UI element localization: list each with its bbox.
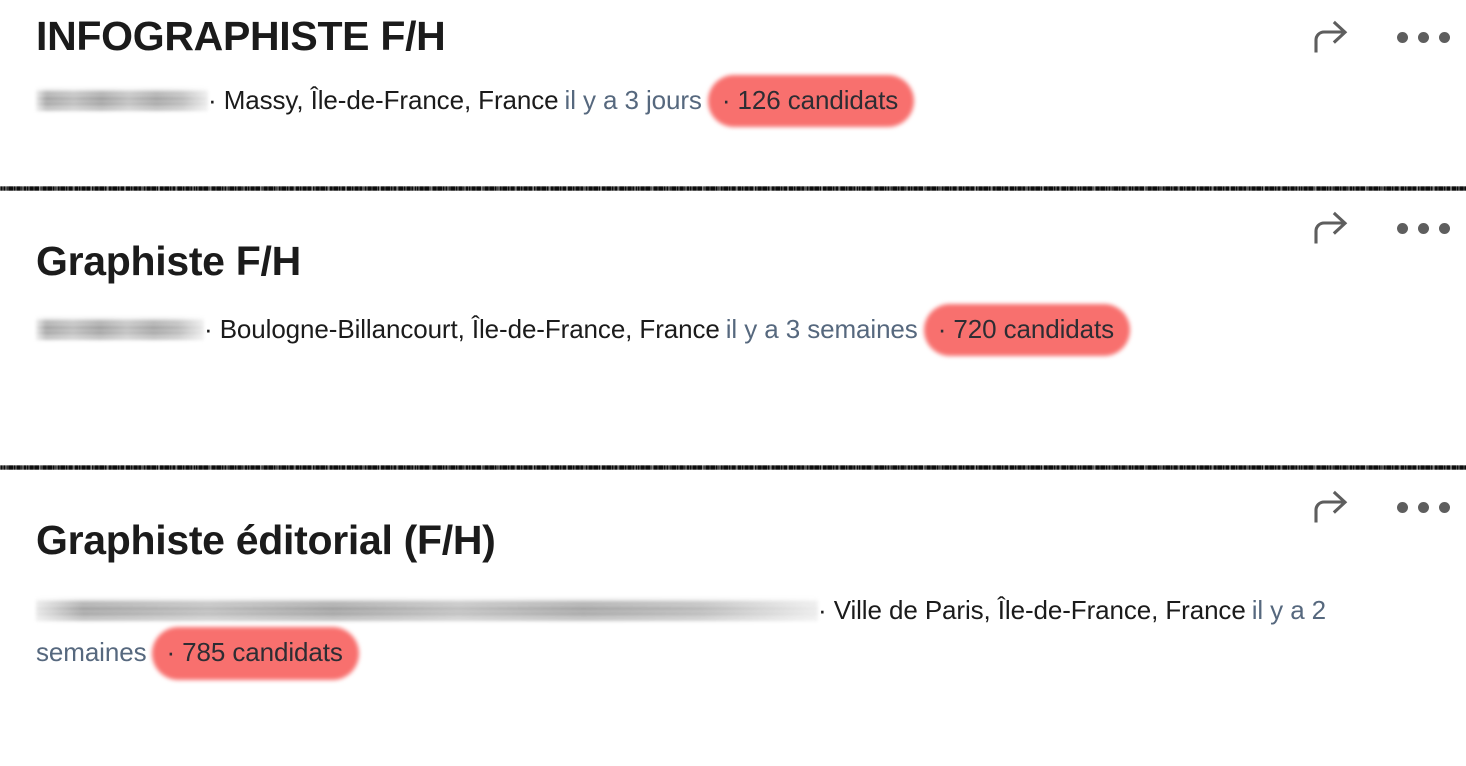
posted-ago: il y a 3 semaines bbox=[725, 313, 918, 344]
job-card[interactable]: INFOGRAPHISTE F/H · Massy, Île-de-France,… bbox=[0, 0, 1466, 186]
card-actions bbox=[1310, 205, 1450, 251]
job-location: Ville de Paris, Île-de-France, France bbox=[833, 594, 1246, 625]
meta-separator: · bbox=[818, 594, 827, 625]
more-options-button[interactable] bbox=[1396, 484, 1450, 530]
job-title[interactable]: Graphiste F/H bbox=[36, 238, 1430, 285]
share-icon bbox=[1313, 211, 1353, 245]
job-card[interactable]: Graphiste F/H · Boulogne-Billancourt, Île… bbox=[0, 191, 1466, 465]
job-meta-inner: · Massy, Île-de-France, France il y a 3 j… bbox=[36, 85, 914, 115]
more-horizontal-icon bbox=[1396, 31, 1450, 43]
card-actions bbox=[1310, 484, 1450, 530]
job-title[interactable]: Graphiste éditorial (F/H) bbox=[36, 517, 1430, 564]
job-location: Massy, Île-de-France, France bbox=[223, 84, 559, 115]
company-name-redacted bbox=[36, 86, 208, 112]
job-listings: INFOGRAPHISTE F/H · Massy, Île-de-France,… bbox=[0, 0, 1466, 766]
share-button[interactable] bbox=[1310, 205, 1356, 251]
posted-ago: il y a 3 jours bbox=[564, 84, 702, 115]
share-icon bbox=[1313, 20, 1353, 54]
candidates-count-badge: · 785 candidats bbox=[152, 630, 358, 676]
candidates-count-badge: · 126 candidats bbox=[708, 78, 914, 124]
job-meta: · Ville de Paris, Île-de-France, France i… bbox=[36, 590, 1430, 677]
job-location: Boulogne-Billancourt, Île-de-France, Fra… bbox=[219, 313, 720, 344]
company-name-redacted bbox=[36, 596, 818, 622]
card-actions bbox=[1310, 14, 1450, 60]
job-meta: · Massy, Île-de-France, France il y a 3 j… bbox=[36, 78, 1430, 124]
job-title[interactable]: INFOGRAPHISTE F/H bbox=[36, 13, 1430, 60]
candidates-count-badge: · 720 candidats bbox=[924, 307, 1130, 353]
company-name-redacted bbox=[36, 315, 204, 341]
more-horizontal-icon bbox=[1396, 222, 1450, 234]
job-meta: · Boulogne-Billancourt, Île-de-France, F… bbox=[36, 307, 1430, 353]
job-meta-inner: · Boulogne-Billancourt, Île-de-France, F… bbox=[36, 314, 1130, 344]
more-options-button[interactable] bbox=[1396, 14, 1450, 60]
job-card[interactable]: Graphiste éditorial (F/H) · Ville de Pari… bbox=[0, 470, 1466, 766]
meta-separator: · bbox=[204, 313, 213, 344]
meta-separator: · bbox=[208, 84, 217, 115]
share-button[interactable] bbox=[1310, 14, 1356, 60]
share-button[interactable] bbox=[1310, 484, 1356, 530]
more-horizontal-icon bbox=[1396, 501, 1450, 513]
job-meta-inner: · Ville de Paris, Île-de-France, France i… bbox=[36, 595, 1326, 667]
share-icon bbox=[1313, 490, 1353, 524]
more-options-button[interactable] bbox=[1396, 205, 1450, 251]
